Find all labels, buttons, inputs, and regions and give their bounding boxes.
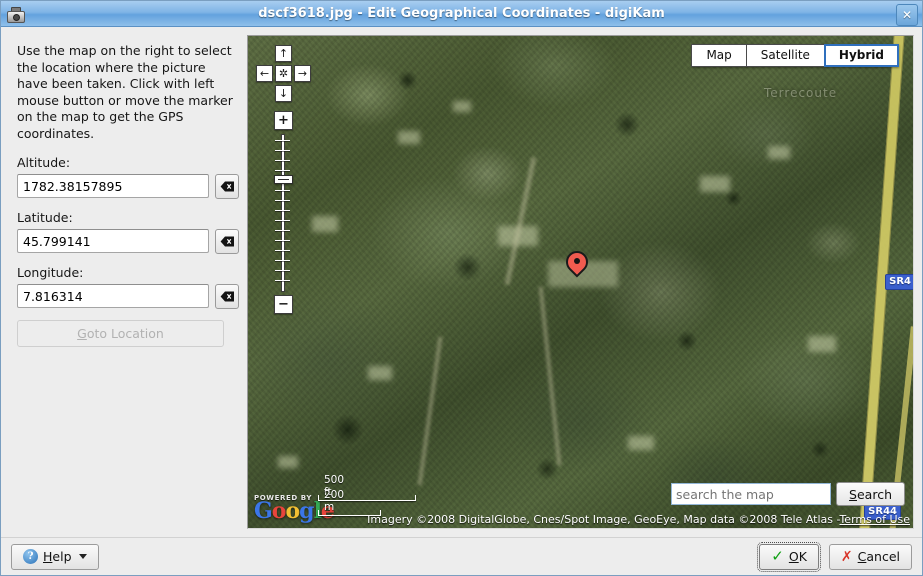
map-type-satellite[interactable]: Satellite [745,44,825,67]
imagery-clearing [628,436,654,450]
scale-metric-label: 200 m [324,489,345,513]
imagery-clearing [700,176,730,192]
map-view[interactable]: Terrecoute SR4 SR44 ↑ ← ✲ → ↓ + − Map Sa… [247,35,914,529]
imagery-clearing [312,216,338,232]
clear-latitude-icon[interactable] [215,228,239,254]
map-type-switch: Map Satellite Hybrid [691,44,899,67]
map-type-hybrid[interactable]: Hybrid [823,44,899,67]
latitude-row [17,228,239,254]
center-map-button[interactable]: ✲ [275,65,292,82]
search-button[interactable]: Search [836,482,905,506]
pan-up-button[interactable]: ↑ [275,45,292,62]
search-button-label: Search [849,486,892,502]
ok-button-label: OK [788,549,807,564]
cross-icon: ✗ [840,548,853,565]
ok-button[interactable]: ✓ OK [757,541,821,572]
help-icon: ? [23,549,38,564]
zoom-slider-thumb[interactable] [274,175,293,184]
longitude-input[interactable] [17,284,209,309]
imagery-clearing [768,146,790,159]
longitude-row [17,283,239,309]
help-button-label: Help [43,549,72,564]
dialog-body: Use the map on the right to select the l… [1,27,922,537]
map-search: Search [671,482,905,506]
map-type-map[interactable]: Map [691,44,747,67]
title-bar: dscf3618.jpg - Edit Geographical Coordin… [1,1,922,27]
clear-longitude-icon[interactable] [215,283,239,309]
zoom-in-button[interactable]: + [274,111,293,130]
goto-location-button[interactable]: Goto Location [17,319,224,347]
terms-of-use-link[interactable]: Terms of Use [839,513,910,526]
checkmark-icon: ✓ [771,547,784,565]
zoom-slider[interactable] [274,134,293,292]
dialog-footer: ? Help ✓ OK ✗ Cancel [1,537,922,575]
altitude-row [17,173,239,199]
imagery-clearing [453,101,471,112]
imagery-clearing [808,336,836,352]
zoom-out-button[interactable]: − [274,295,293,314]
imagery-clearing [278,456,298,468]
pan-down-button[interactable]: ↓ [275,85,292,102]
camera-icon [5,4,25,24]
search-input[interactable] [671,483,832,505]
pan-right-button[interactable]: → [294,65,311,82]
coordinates-panel: Use the map on the right to select the l… [9,35,247,537]
imagery-clearing [398,131,420,144]
altitude-label: Altitude: [17,154,71,170]
cancel-button[interactable]: ✗ Cancel [828,543,912,570]
latitude-input[interactable] [17,229,209,254]
clear-altitude-icon[interactable] [215,173,239,199]
attribution-text: Imagery ©2008 DigitalGlobe, Cnes/Spot Im… [367,513,840,526]
cancel-button-label: Cancel [857,549,900,564]
close-icon[interactable]: ✕ [896,4,918,26]
location-marker[interactable] [561,246,593,285]
help-button[interactable]: ? Help [11,543,99,570]
latitude-label: Latitude: [17,209,73,225]
dropdown-caret-icon [78,554,87,559]
edit-geographical-coordinates-dialog: dscf3618.jpg - Edit Geographical Coordin… [0,0,923,576]
imagery-clearing [368,366,392,380]
longitude-label: Longitude: [17,264,84,280]
pan-left-button[interactable]: ← [256,65,273,82]
map-attribution: Imagery ©2008 DigitalGlobe, Cnes/Spot Im… [314,513,913,528]
road-shield-sr4: SR4 [885,274,913,290]
window-title: dscf3618.jpg - Edit Geographical Coordin… [258,6,665,21]
instructions-text: Use the map on the right to select the l… [17,43,233,141]
altitude-input[interactable] [17,174,209,199]
goto-location-label: Goto Location [77,325,164,341]
